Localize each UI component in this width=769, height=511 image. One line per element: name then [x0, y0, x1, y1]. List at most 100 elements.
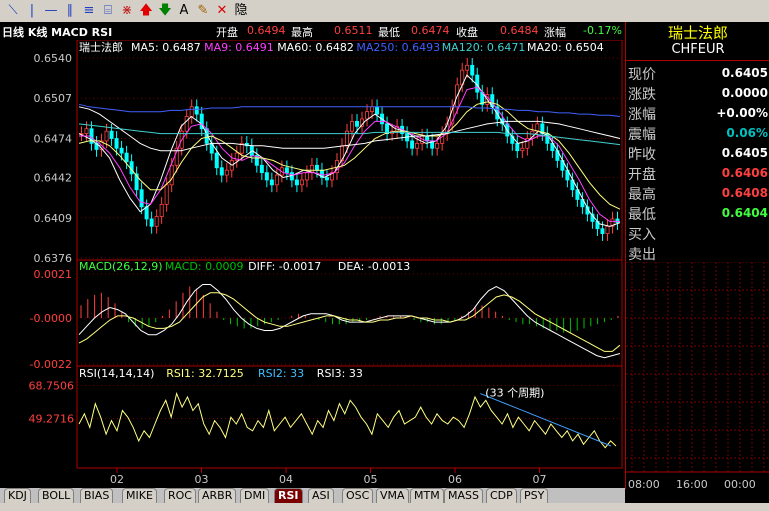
- candle-body: [119, 147, 124, 154]
- macd-legend-label: MACD: 0.0009: [165, 260, 244, 273]
- tab-mass[interactable]: MASS: [444, 488, 483, 504]
- candle-body: [600, 228, 605, 235]
- candle-body: [149, 218, 154, 227]
- ma-legend-label: MA20: 0.6504: [527, 41, 604, 54]
- change-label: 涨幅: [544, 26, 566, 39]
- macd-title: MACD(26,12,9): [79, 260, 163, 273]
- tab-rsi[interactable]: RSI: [274, 488, 303, 504]
- macd-legend-label: DEA: -0.0013: [338, 260, 410, 273]
- quote-value: 0.6405: [721, 146, 768, 160]
- tab-mike[interactable]: MIKE: [122, 488, 157, 504]
- rsi-annotation: (33 个周期): [485, 387, 544, 400]
- open-label: 开盘: [216, 26, 238, 39]
- horizontal-line-icon[interactable]: —: [42, 2, 60, 20]
- tab-vma[interactable]: VMA: [376, 488, 409, 504]
- candle-body: [365, 111, 370, 120]
- indicator-tabs: KDJ BOLL BIAS MIKE ROC ARBR DMI RSI ASI OSC VMA MTM…: [0, 488, 625, 504]
- quote-value: 0.6405: [721, 66, 768, 80]
- tab-roc[interactable]: ROC: [164, 488, 196, 504]
- candle-body: [274, 174, 279, 186]
- candle-body: [435, 142, 440, 149]
- chart-area[interactable]: 0.6540 0.6507 0.6474 0.6442 0.6409 0.6376 瑞士法郎…: [0, 40, 625, 488]
- ma-legend-label: MA5: 0.6487: [131, 41, 201, 54]
- candle-body: [324, 177, 329, 181]
- low-label: 最低: [378, 26, 400, 39]
- tab-asi[interactable]: ASI: [308, 488, 334, 504]
- line-tool-icon[interactable]: ⟍: [4, 2, 22, 20]
- rsi-legend-label: RSI2: 33: [258, 367, 304, 380]
- candle-body: [214, 152, 219, 169]
- candle-body: [109, 130, 114, 139]
- rsi-tick-label: 49.2716: [29, 412, 75, 425]
- quote-label: 现价: [628, 67, 656, 83]
- macd-tick-label: -0.0000: [30, 312, 72, 325]
- ma-legend-label: MA60: 0.6482: [277, 41, 354, 54]
- change-value: -0.17%: [583, 24, 622, 37]
- drawing-toolbar: ⟍ | — ∥ ≡ ⌸ ⋇ 🡅 🡇 A ✎ ✕ 隐: [0, 0, 769, 22]
- tab-dmi[interactable]: DMI: [240, 488, 270, 504]
- eraser-icon[interactable]: ✎: [194, 2, 212, 20]
- candle-body: [124, 152, 129, 163]
- delete-icon[interactable]: ✕: [213, 2, 231, 20]
- tab-cdp[interactable]: CDP: [486, 488, 517, 504]
- arrow-down-icon[interactable]: 🡇: [156, 2, 174, 20]
- text-icon[interactable]: A: [175, 2, 193, 20]
- candle-body: [355, 121, 360, 127]
- tab-psy[interactable]: PSY: [520, 488, 549, 504]
- vertical-bars-icon[interactable]: ∥: [61, 2, 79, 20]
- candle-body: [294, 179, 299, 186]
- price-tick-label: 0.6442: [34, 172, 73, 185]
- hide-icon[interactable]: 隐: [232, 2, 250, 20]
- tab-mtm[interactable]: MTM: [410, 488, 444, 504]
- quote-header: 日线 K线 MACD RSI 开盘 0.6494 最高 0.6511 最低 0.…: [0, 22, 625, 40]
- high-value: 0.6511: [334, 24, 373, 37]
- ma-legend-label: MA9: 0.6491: [204, 41, 274, 54]
- close-value-prior: 0.6474: [411, 24, 450, 37]
- time-label: 16:00: [676, 478, 708, 490]
- quote-panel: 瑞士法郎 CHFEUR 08:00 16:00 00:00 现价 0.6405 涨跌 0.…: [625, 22, 769, 490]
- quote-value: 0.0000: [721, 86, 768, 100]
- tab-osc[interactable]: OSC: [342, 488, 374, 504]
- candle-body: [259, 164, 264, 174]
- candle-body: [169, 164, 174, 186]
- candle-body: [410, 140, 415, 149]
- tab-boll[interactable]: BOLL: [38, 488, 75, 504]
- rsi-tick-label: 68.7506: [29, 379, 75, 392]
- candle-body: [84, 128, 89, 135]
- instrument-name: 瑞士法郎: [667, 24, 728, 42]
- arrow-up-icon[interactable]: 🡅: [137, 2, 155, 20]
- x-tick-label: 05: [364, 473, 378, 486]
- price-tick-label: 0.6507: [34, 92, 73, 105]
- macd-legend-label: DIFF: -0.0017: [248, 260, 321, 273]
- tab-bias[interactable]: BIAS: [80, 488, 114, 504]
- candle-body: [184, 116, 189, 132]
- chart-caption: 日线 K线 MACD RSI: [2, 26, 113, 39]
- parallel-lines-icon[interactable]: ≡: [80, 2, 98, 20]
- candle-body: [194, 106, 199, 115]
- status-bar: [0, 503, 769, 511]
- ma-line-ma9: [79, 86, 620, 222]
- vertical-line-icon[interactable]: |: [23, 2, 41, 20]
- instrument-code: CHFEUR: [626, 42, 769, 61]
- candle-body: [615, 218, 620, 224]
- quote-value: 0.6406: [721, 166, 768, 180]
- ma-legend-label: MA120: 0.6471: [442, 41, 526, 54]
- ma-legend-label: MA250: 0.6493: [356, 41, 440, 54]
- tab-arbr[interactable]: ARBR: [198, 488, 237, 504]
- quote-label: 震幅: [628, 127, 656, 143]
- tab-kdj[interactable]: KDJ: [4, 488, 31, 504]
- fan-lines-icon[interactable]: ⋇: [118, 2, 136, 20]
- candle-body: [515, 142, 520, 152]
- candle-body: [154, 216, 159, 227]
- time-label: 00:00: [724, 478, 756, 490]
- candle-body: [164, 184, 169, 205]
- candle-body: [314, 164, 319, 171]
- candle-body: [189, 106, 194, 117]
- channel-icon[interactable]: ⌸: [99, 2, 117, 20]
- macd-line-diff: [78, 284, 621, 359]
- intraday-grid: 08:00 16:00 00:00: [626, 262, 769, 490]
- quote-value: 0.6408: [721, 186, 768, 200]
- open-value: 0.6494: [247, 24, 286, 37]
- quote-label: 最低: [628, 207, 656, 223]
- x-tick-label: 02: [110, 473, 124, 486]
